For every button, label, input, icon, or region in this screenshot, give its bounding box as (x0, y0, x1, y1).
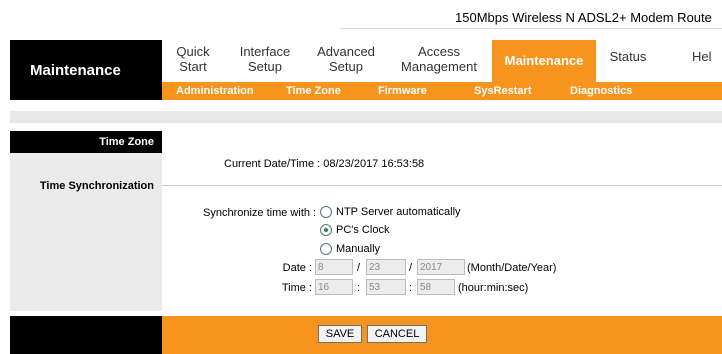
tab-access-management-line2: Management (401, 59, 477, 74)
sidebar-section-header: Time Zone (10, 131, 162, 153)
product-title-bar: 150Mbps Wireless N ADSL2+ Modem Route (0, 6, 722, 28)
tab-quick-start[interactable]: Quick Start (168, 40, 218, 82)
subtab-firmware[interactable]: Firmware (378, 82, 427, 100)
date-format-hint: (Month/Date/Year) (467, 262, 557, 274)
radio-pc-clock[interactable] (320, 224, 332, 236)
sync-label: Synchronize time with : (203, 207, 317, 219)
date-separator-2: / (409, 262, 413, 274)
subtab-diagnostics[interactable]: Diagnostics (570, 82, 632, 100)
tab-help[interactable]: Hel (692, 40, 722, 82)
current-datetime-label: Current Date/Time : (224, 158, 321, 170)
tab-access-management[interactable]: Access Management (394, 40, 484, 82)
title-divider (340, 28, 722, 29)
tab-access-management-line1: Access (418, 44, 460, 59)
cancel-button[interactable]: CANCEL (367, 325, 427, 343)
sidebar-section-label: Time Synchronization (39, 180, 154, 192)
tab-advanced-setup-line1: Advanced (317, 44, 375, 59)
option-ntp-label: NTP Server automatically (336, 206, 461, 218)
date-separator-1: / (357, 262, 361, 274)
time-separator-2: : (409, 282, 413, 294)
date-day-input[interactable] (366, 259, 406, 275)
product-title: 150Mbps Wireless N ADSL2+ Modem Route (455, 10, 712, 25)
tab-status[interactable]: Status (600, 40, 656, 82)
option-manually[interactable]: Manually (320, 242, 380, 256)
tab-interface-setup-line1: Interface (239, 44, 291, 59)
time-minute-input[interactable] (366, 279, 406, 295)
sub-navigation: Administration Time Zone Firmware SysRes… (162, 82, 722, 100)
radio-ntp[interactable] (320, 206, 332, 218)
section-brand-label: Maintenance (30, 62, 121, 79)
footer-left (10, 316, 162, 354)
time-label: Time : (281, 282, 312, 294)
tab-maintenance[interactable]: Maintenance (492, 40, 596, 82)
date-month-input[interactable] (315, 259, 353, 275)
time-format-hint: (hour:min:sec) (458, 282, 529, 294)
option-pc-clock-label: PC's Clock (336, 224, 390, 236)
time-second-input[interactable] (417, 279, 455, 295)
subtab-administration[interactable]: Administration (176, 82, 254, 100)
footer-bar (162, 316, 722, 354)
option-pc-clock[interactable]: PC's Clock (320, 223, 389, 237)
tab-advanced-setup[interactable]: Advanced Setup (312, 40, 380, 82)
section-brand-box: Maintenance (10, 40, 162, 100)
time-separator-1: : (357, 282, 361, 294)
sidebar-section-body: Time Synchronization (10, 153, 162, 311)
subtab-time-zone[interactable]: Time Zone (286, 82, 341, 100)
option-manually-label: Manually (336, 243, 381, 255)
subtab-sysrestart[interactable]: SysRestart (474, 82, 531, 100)
date-year-input[interactable] (417, 259, 465, 275)
radio-manually[interactable] (320, 243, 332, 255)
current-datetime-value: 08/23/2017 16:53:58 (323, 158, 425, 170)
tab-interface-setup-line2: Setup (248, 59, 282, 74)
content-divider (162, 185, 722, 186)
tab-interface-setup[interactable]: Interface Setup (232, 40, 298, 82)
time-hour-input[interactable] (315, 279, 353, 295)
tab-advanced-setup-line2: Setup (329, 59, 363, 74)
tab-quick-start-line1: Quick (176, 44, 210, 59)
option-ntp[interactable]: NTP Server automatically (320, 205, 461, 219)
current-datetime: Current Date/Time : 08/23/2017 16:53:58 (224, 158, 424, 170)
date-label: Date : (282, 262, 312, 274)
top-navigation: Quick Start Interface Setup Advanced Set… (162, 40, 722, 82)
content-top-band (10, 111, 722, 123)
sidebar-section-title: Time Zone (99, 136, 154, 148)
tab-quick-start-line2: Start (179, 59, 207, 74)
save-button[interactable]: SAVE (318, 325, 362, 343)
